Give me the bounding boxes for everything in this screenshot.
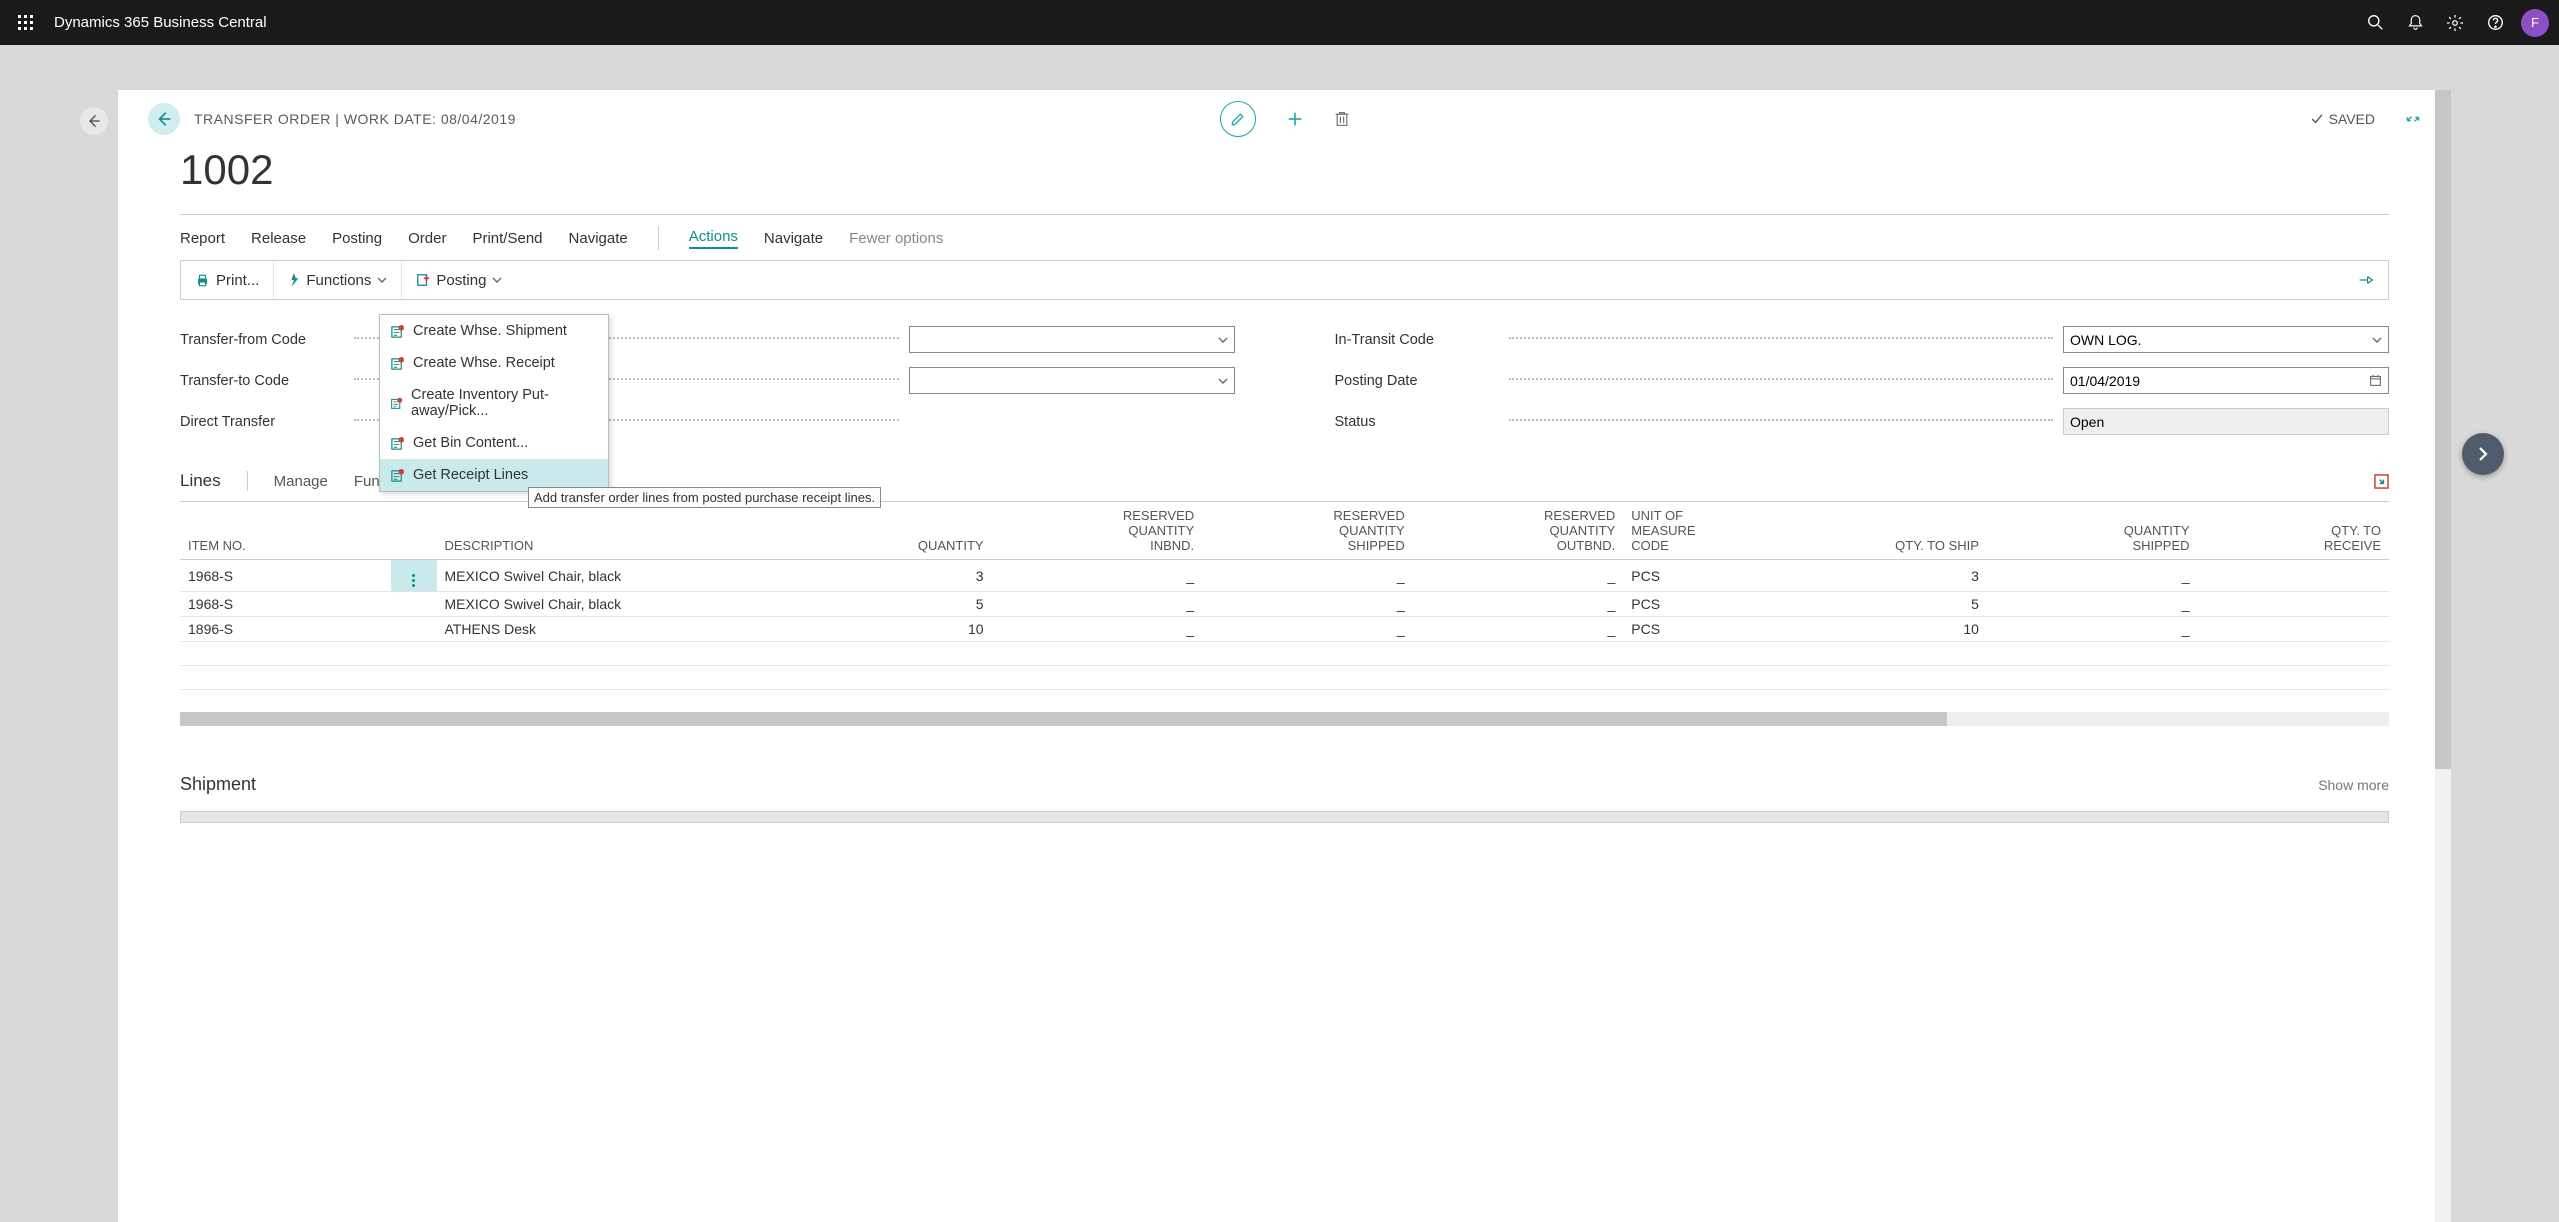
chevron-down-icon[interactable] — [1218, 337, 1228, 343]
shipment-show-more[interactable]: Show more — [2318, 777, 2389, 793]
user-avatar[interactable]: F — [2521, 9, 2549, 37]
outer-back-button[interactable] — [80, 107, 108, 135]
dropdown-item-3[interactable]: Get Bin Content... — [380, 427, 608, 459]
menu-release[interactable]: Release — [251, 230, 306, 247]
saved-status: SAVED — [2310, 111, 2375, 127]
col-uom[interactable]: UNIT OFMEASURECODE — [1623, 502, 1795, 560]
col-res-shipped[interactable]: RESERVEDQUANTITYSHIPPED — [1202, 502, 1413, 560]
toolbar-functions-label: Functions — [306, 272, 371, 289]
col-res-outbnd[interactable]: RESERVEDQUANTITYOUTBND. — [1413, 502, 1624, 560]
tooltip: Add transfer order lines from posted pur… — [528, 487, 881, 508]
col-qty-to-ship[interactable]: QTY. TO SHIP — [1796, 502, 1987, 560]
input-transfer-from[interactable] — [909, 326, 1235, 353]
field-direct-transfer: Direct Transfer — [180, 408, 1235, 435]
factbox-toggle[interactable] — [2462, 433, 2504, 475]
shipment-placeholder — [180, 811, 2389, 823]
chevron-down-icon — [492, 277, 502, 283]
label-transfer-from: Transfer-from Code — [180, 332, 350, 348]
col-item-no[interactable]: ITEM NO. — [180, 502, 391, 560]
toolbar-functions[interactable]: Functions — [274, 261, 402, 299]
chevron-down-icon[interactable] — [1218, 378, 1228, 384]
field-posting-date: Posting Date 01/04/2019 — [1335, 367, 2390, 394]
menu-fewer-options[interactable]: Fewer options — [849, 230, 943, 247]
dropdown-item-1[interactable]: Create Whse. Receipt — [380, 347, 608, 379]
label-intransit: In-Transit Code — [1335, 332, 1505, 348]
edit-button[interactable] — [1220, 101, 1256, 137]
collapse-icon[interactable] — [2405, 111, 2421, 127]
vertical-scrollbar[interactable] — [2435, 90, 2451, 1222]
toolbar-print[interactable]: Print... — [181, 261, 274, 299]
col-qty-shipped[interactable]: QUANTITYSHIPPED — [1987, 502, 2198, 560]
menu-report[interactable]: Report — [180, 230, 225, 247]
dropdown-item-0[interactable]: Create Whse. Shipment — [380, 315, 608, 347]
table-row-empty[interactable] — [180, 642, 2389, 666]
field-status: Status Open — [1335, 408, 2390, 435]
avatar-initial: F — [2531, 15, 2539, 30]
lines-grid: ITEM NO. DESCRIPTION QUANTITY RESERVEDQU… — [180, 502, 2389, 714]
input-status: Open — [2063, 408, 2389, 435]
input-posting-date[interactable]: 01/04/2019 — [2063, 367, 2389, 394]
dropdown-item-2[interactable]: Create Inventory Put-away/Pick... — [380, 379, 608, 427]
col-qty-to-receive[interactable]: QTY. TORECEIVE — [2198, 502, 2389, 560]
delete-button[interactable] — [1334, 110, 1350, 128]
main-panel: TRANSFER ORDER | WORK DATE: 08/04/2019 S… — [118, 90, 2451, 1222]
col-quantity[interactable]: QUANTITY — [819, 502, 991, 560]
table-row[interactable]: 1968-SMEXICO Swivel Chair, black5___PCS5… — [180, 592, 2389, 617]
back-button[interactable] — [148, 103, 180, 135]
search-icon[interactable] — [2355, 3, 2395, 43]
chevron-down-icon[interactable] — [2372, 337, 2382, 343]
menu-order[interactable]: Order — [408, 230, 446, 247]
toolbar-posting[interactable]: Posting — [402, 261, 516, 299]
document-number: 1002 — [180, 146, 2389, 194]
help-icon[interactable] — [2475, 3, 2515, 43]
shipment-title: Shipment — [180, 774, 256, 795]
breadcrumb: TRANSFER ORDER | WORK DATE: 08/04/2019 — [194, 111, 516, 127]
menu-posting[interactable]: Posting — [332, 230, 382, 247]
pin-icon[interactable] — [2344, 273, 2388, 287]
field-intransit: In-Transit Code OWN LOG. — [1335, 326, 2390, 353]
app-launcher-icon[interactable] — [10, 7, 42, 39]
expand-lines-icon[interactable] — [2374, 474, 2389, 489]
table-row-empty[interactable] — [180, 690, 2389, 714]
lines-manage[interactable]: Manage — [274, 473, 328, 490]
table-row-empty[interactable] — [180, 666, 2389, 690]
label-posting-date: Posting Date — [1335, 373, 1505, 389]
col-res-inbnd[interactable]: RESERVEDQUANTITYINBND. — [992, 502, 1203, 560]
global-topbar: Dynamics 365 Business Central F — [0, 0, 2559, 45]
chevron-down-icon — [377, 277, 387, 283]
new-button[interactable] — [1286, 110, 1304, 128]
menu-actions[interactable]: Actions — [689, 228, 738, 249]
functions-dropdown: Create Whse. ShipmentCreate Whse. Receip… — [379, 314, 609, 492]
action-menu: Report Release Posting Order Print/Send … — [180, 215, 2389, 261]
menu-navigate2[interactable]: Navigate — [764, 230, 823, 247]
input-transfer-to[interactable] — [909, 367, 1235, 394]
field-transfer-from: Transfer-from Code — [180, 326, 1235, 353]
toolbar-print-label: Print... — [216, 272, 259, 289]
lines-title: Lines — [180, 471, 221, 491]
menu-printsend[interactable]: Print/Send — [472, 230, 542, 247]
horizontal-scrollbar[interactable] — [180, 712, 2389, 726]
input-intransit[interactable]: OWN LOG. — [2063, 326, 2389, 353]
menu-navigate[interactable]: Navigate — [569, 230, 628, 247]
sub-toolbar: Print... Functions Posting — [180, 260, 2389, 300]
col-description[interactable]: DESCRIPTION — [437, 502, 820, 560]
label-status: Status — [1335, 414, 1505, 430]
label-transfer-to: Transfer-to Code — [180, 373, 350, 389]
settings-icon[interactable] — [2435, 3, 2475, 43]
saved-label: SAVED — [2329, 111, 2375, 127]
table-row[interactable]: 1896-SATHENS Desk10___PCS10_ — [180, 617, 2389, 642]
notifications-icon[interactable] — [2395, 3, 2435, 43]
calendar-icon[interactable] — [2369, 374, 2382, 387]
table-row[interactable]: 1968-SMEXICO Swivel Chair, black3___PCS3… — [180, 560, 2389, 592]
toolbar-posting-label: Posting — [436, 272, 486, 289]
field-transfer-to: Transfer-to Code — [180, 367, 1235, 394]
app-title: Dynamics 365 Business Central — [54, 14, 267, 31]
label-direct-transfer: Direct Transfer — [180, 414, 350, 430]
